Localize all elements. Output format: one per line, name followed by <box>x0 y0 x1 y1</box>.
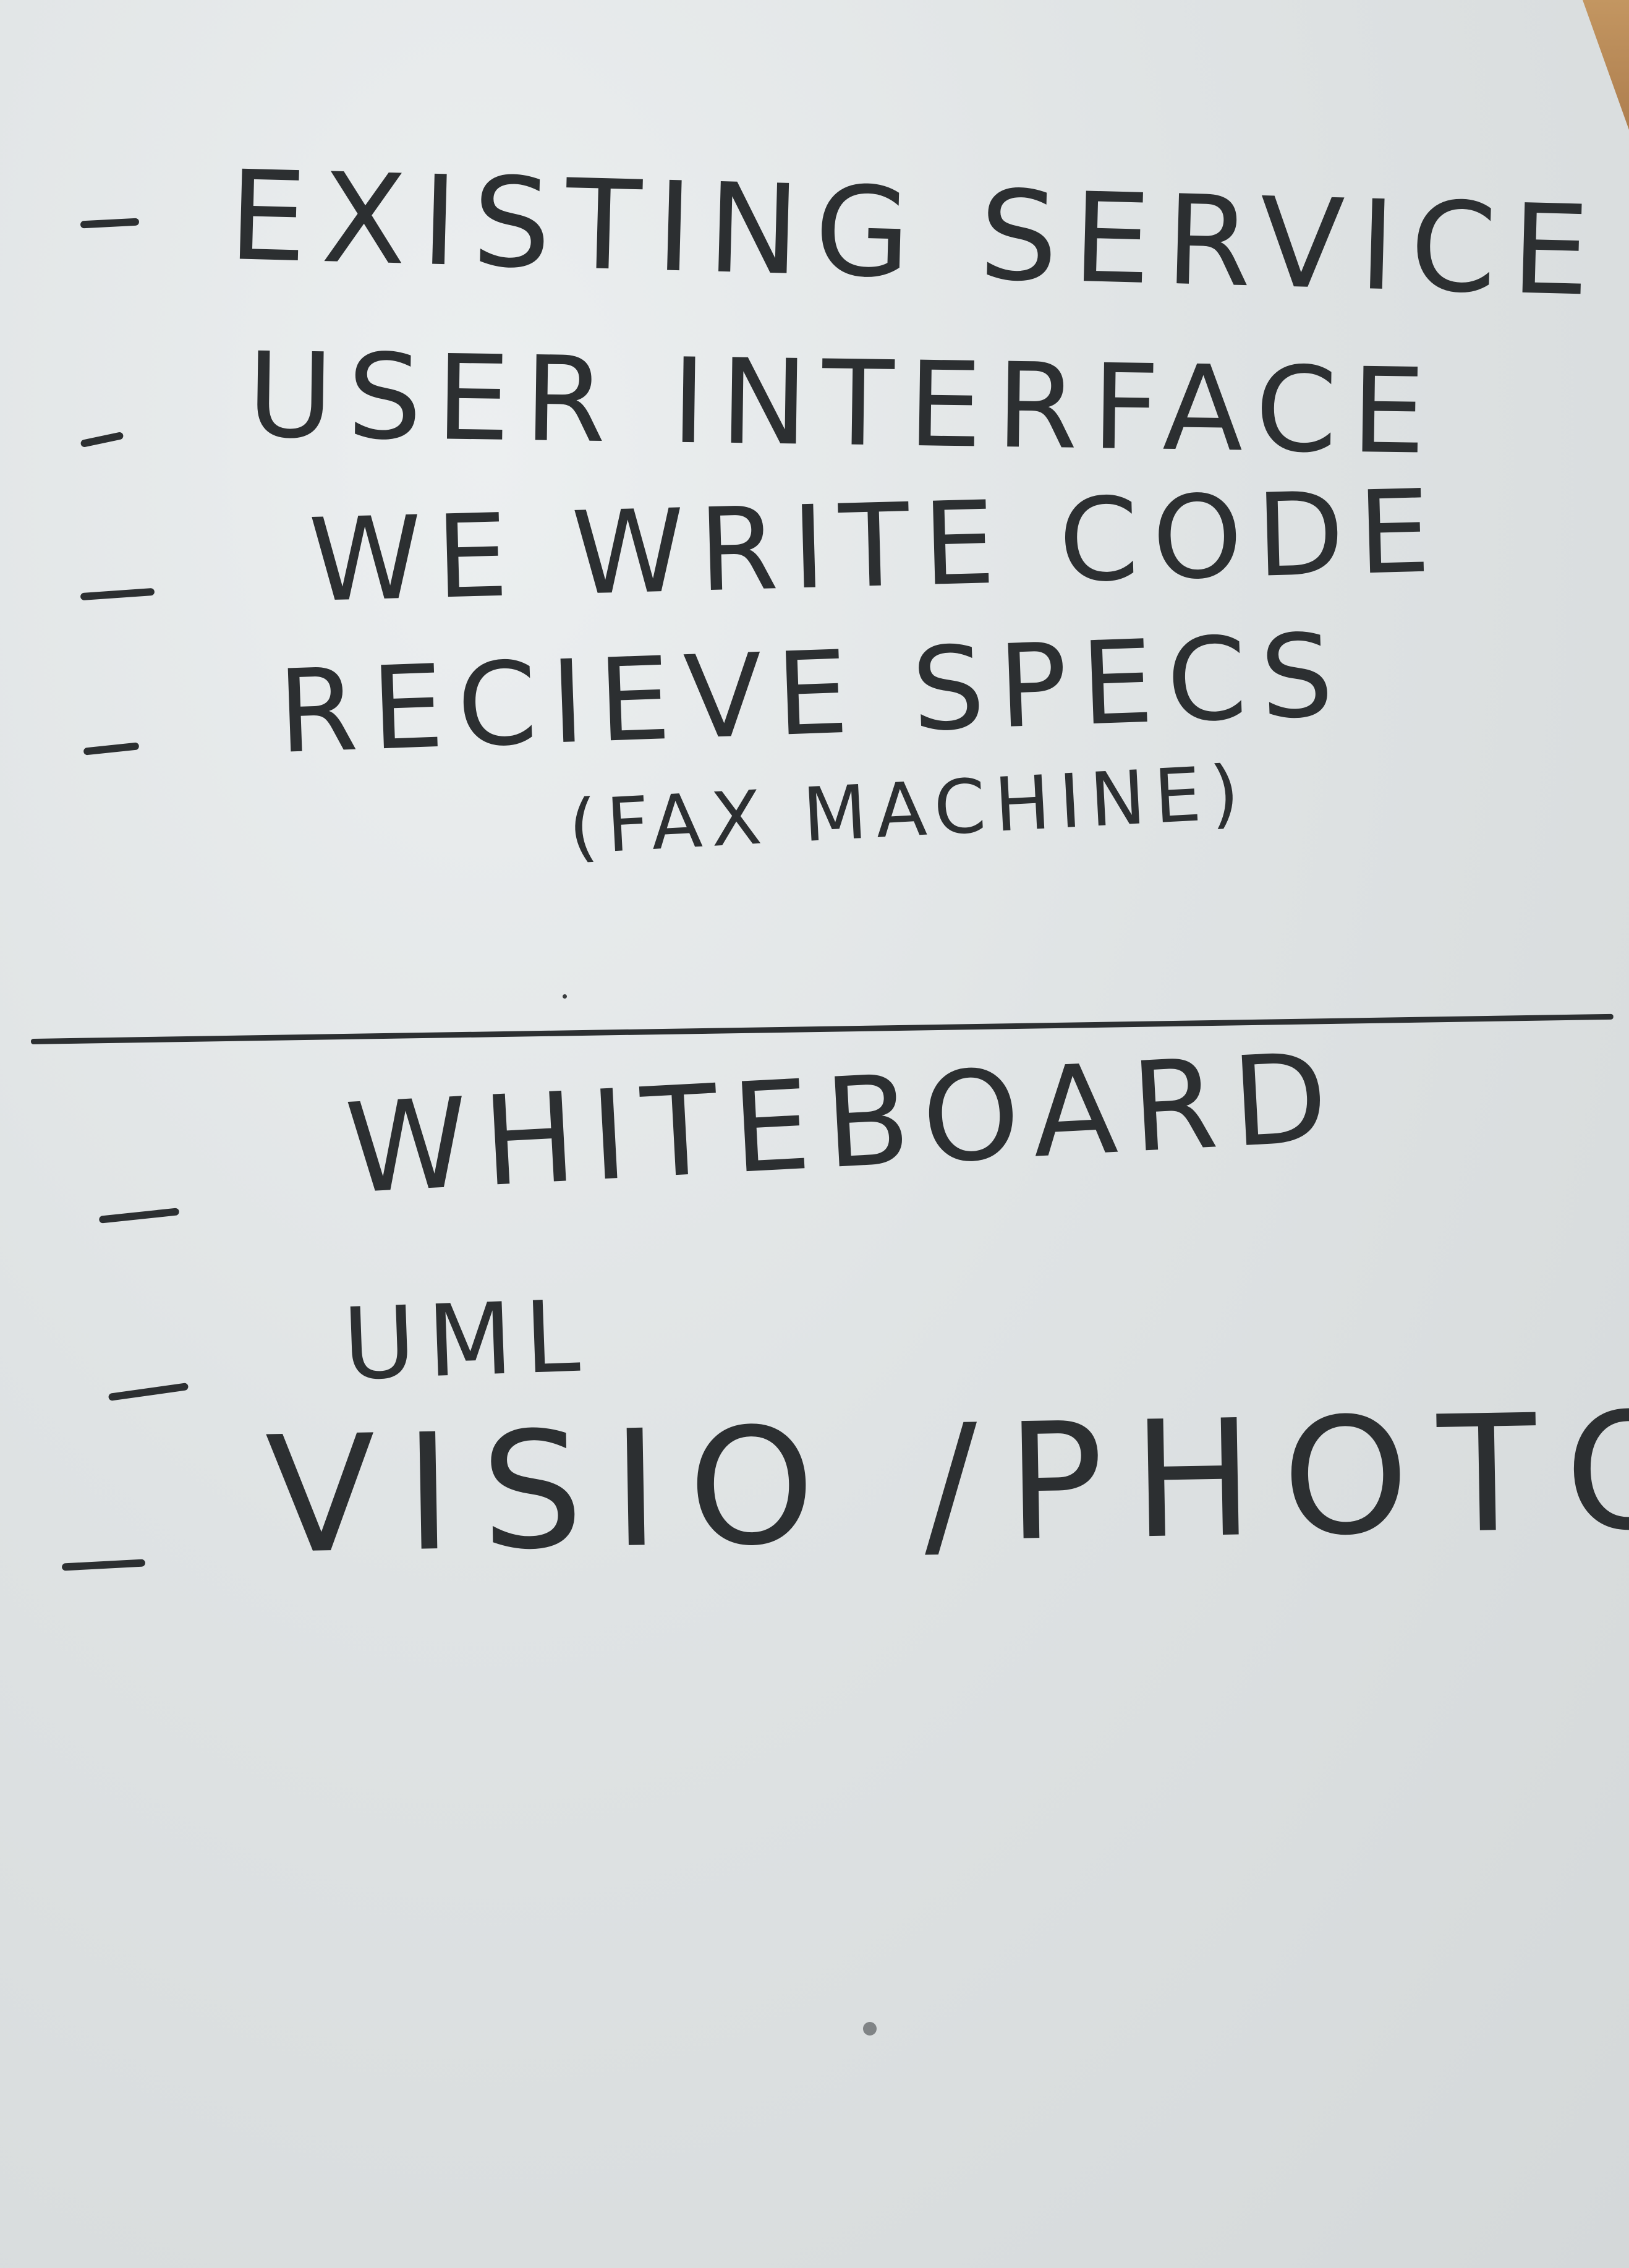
note-user-interface: USER INTERFACE <box>246 327 1441 480</box>
paper-speck <box>863 2022 877 2036</box>
note-uml: UML <box>341 1278 593 1402</box>
note-whiteboard: WHITEBOARD <box>342 1025 1346 1222</box>
bullet-dash <box>83 742 140 756</box>
bullet-dash <box>80 218 140 229</box>
note-existing-service: EXISTING SERVICE <box>226 144 1607 325</box>
note-we-write-code: WE WRITE CODE <box>307 464 1446 628</box>
bullet-dash <box>108 1383 189 1401</box>
note-fax-machine: (FAX MACHINE) <box>566 749 1250 871</box>
bullet-dash <box>61 1559 146 1571</box>
ink-dot <box>563 994 567 999</box>
paper-sheet: EXISTING SERVICE USER INTERFACE WE WRITE… <box>0 0 1629 2268</box>
note-recieve-specs: RECIEVE SPECS <box>276 608 1350 779</box>
bullet-dash <box>80 587 155 601</box>
bullet-dash <box>80 431 124 448</box>
divider-line <box>30 1013 1614 1044</box>
bullet-dash <box>98 1208 180 1224</box>
note-visio-photo: VISIO /PHOTO <box>264 1377 1629 1590</box>
